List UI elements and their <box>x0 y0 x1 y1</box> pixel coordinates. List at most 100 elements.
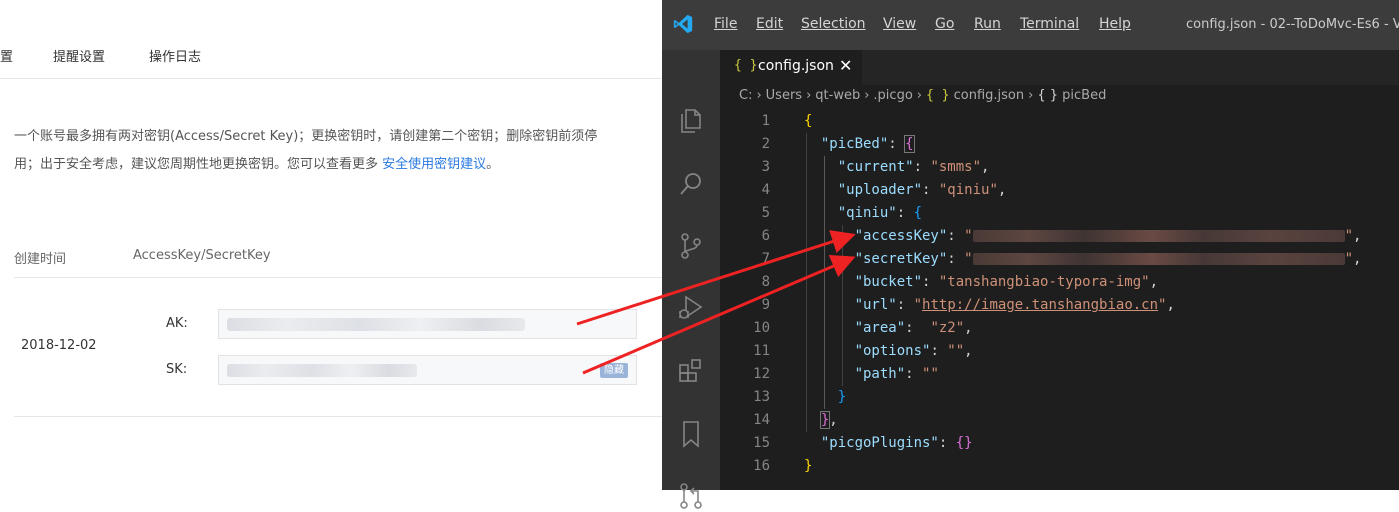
description-line-2: 用；出于安全考虑，建议您周期性地更换密钥。您可以查看更多 安全使用密钥建议。 <box>14 153 499 172</box>
access-key-redacted <box>972 230 1345 242</box>
json-file-icon: { } <box>925 88 950 103</box>
line-number: 1 <box>761 113 770 129</box>
json-key: "options" <box>854 343 931 359</box>
json-file-icon: { } <box>734 58 758 73</box>
line-number: 4 <box>761 182 770 198</box>
menu-selection-label: Selection <box>801 16 866 32</box>
access-key-field[interactable] <box>218 309 637 339</box>
menu-help[interactable]: Help <box>1099 16 1131 32</box>
menu-terminal-label: Terminal <box>1020 16 1080 32</box>
tabs-divider <box>0 78 662 79</box>
menu-run-label: Run <box>974 16 1001 32</box>
breadcrumb-chevron-icon: › <box>864 88 870 103</box>
json-key: "uploader" <box>837 182 923 198</box>
vscode-logo-icon <box>673 14 693 34</box>
line-number: 9 <box>761 297 770 313</box>
line-number: 13 <box>753 389 770 405</box>
bookmark-icon[interactable] <box>675 418 707 450</box>
breadcrumb-item[interactable]: qt-web <box>815 88 860 103</box>
editor-tab-bar: { } config.json ✕ <box>720 50 1399 85</box>
pull-request-icon[interactable] <box>675 480 707 512</box>
json-key: "area" <box>854 320 906 336</box>
menu-view-label: View <box>883 16 917 32</box>
menu-file[interactable]: File <box>714 16 737 32</box>
json-key: "path" <box>854 366 906 382</box>
breadcrumb-chevron-icon: › <box>1028 88 1034 103</box>
menu-file-label: File <box>714 16 738 32</box>
description-text: 用；出于安全考虑，建议您周期性地更换密钥。您可以查看更多 <box>14 157 383 172</box>
tab-config-json[interactable]: { } config.json ✕ <box>720 50 862 85</box>
menu-terminal[interactable]: Terminal <box>1020 16 1079 32</box>
security-advice-link[interactable]: 安全使用密钥建议 <box>382 157 486 172</box>
breadcrumb-chevron-icon: › <box>916 88 922 103</box>
line-number: 10 <box>753 320 770 336</box>
breadcrumb-item[interactable]: C: <box>739 88 752 103</box>
run-debug-icon[interactable] <box>675 292 707 324</box>
key-created-date: 2018-12-02 <box>21 338 97 353</box>
extensions-icon[interactable] <box>675 354 707 386</box>
secret-key-redacted <box>972 253 1345 265</box>
menu-help-label: Help <box>1099 16 1131 32</box>
json-key: "secretKey" <box>854 251 948 267</box>
column-header-created: 创建时间 <box>14 252 67 267</box>
line-number: 6 <box>761 228 770 244</box>
line-number: 16 <box>753 458 770 474</box>
menu-run[interactable]: Run <box>974 16 1001 32</box>
line-number: 7 <box>761 251 770 267</box>
brace: { <box>804 113 813 129</box>
breadcrumb-item[interactable]: Users <box>766 88 802 103</box>
menu-edit[interactable]: Edit <box>756 16 783 32</box>
secret-key-field[interactable]: 隐藏 <box>218 355 637 385</box>
breadcrumb-item[interactable]: config.json <box>954 88 1025 103</box>
line-number: 5 <box>761 205 770 221</box>
explorer-icon[interactable] <box>675 105 707 137</box>
line-number: 8 <box>761 274 770 290</box>
description-end: 。 <box>486 157 500 172</box>
json-value: "z2" <box>930 320 965 336</box>
tab-config-json-label: config.json <box>758 58 834 74</box>
breadcrumb-item[interactable]: .picgo <box>873 88 912 103</box>
column-header-keys: AccessKey/SecretKey <box>133 248 271 263</box>
json-key: "picBed" <box>820 136 889 152</box>
json-key: "url" <box>854 297 897 313</box>
menu-edit-label: Edit <box>756 16 784 32</box>
activity-bar <box>662 50 720 509</box>
json-key: "accessKey" <box>854 228 948 244</box>
json-value: {} <box>955 435 973 451</box>
title-bar: File Edit Selection View Go Run Terminal… <box>662 0 1399 50</box>
json-key: "picgoPlugins" <box>820 435 939 451</box>
json-value: "qiniu" <box>938 182 998 198</box>
json-value: "" <box>947 343 965 359</box>
sk-label: SK: <box>166 362 188 377</box>
json-key: "current" <box>837 159 914 175</box>
json-value: "" <box>922 366 939 382</box>
json-value: "tanshangbiao-typora-img" <box>938 274 1150 290</box>
breadcrumb: C: › Users › qt-web › .picgo ›{ } config.json ›{… <box>739 88 1106 108</box>
tab-operation-log[interactable]: 操作日志 <box>149 46 201 65</box>
menu-view[interactable]: View <box>883 16 916 32</box>
breadcrumb-item[interactable]: picBed <box>1062 88 1106 103</box>
url-link[interactable]: http://image.tanshangbiao.cn <box>922 297 1158 313</box>
code-editor[interactable]: 1{ 2 "picBed": { 3 "current": "smms", 4 … <box>720 110 1399 490</box>
access-key-redacted <box>227 318 525 331</box>
close-tab-icon[interactable]: ✕ <box>839 56 852 75</box>
hide-secret-button[interactable]: 隐藏 <box>600 363 628 378</box>
tab-reminder-settings[interactable]: 提醒设置 <box>53 46 105 65</box>
window-title: config.json - 02--ToDoMvc-Es6 - V <box>1186 17 1399 32</box>
ak-label: AK: <box>166 316 188 331</box>
search-icon[interactable] <box>675 168 707 200</box>
header-divider <box>14 277 662 278</box>
menu-go[interactable]: Go <box>935 16 954 32</box>
secret-key-redacted <box>227 364 417 377</box>
source-control-icon[interactable] <box>675 230 707 262</box>
menu-selection[interactable]: Selection <box>801 16 866 32</box>
menu-go-label: Go <box>935 16 955 32</box>
key-management-page: 置 提醒设置 操作日志 一个账号最多拥有两对密钥(Access/Secret K… <box>0 0 662 490</box>
line-number: 3 <box>761 159 770 175</box>
line-number: 12 <box>753 366 770 382</box>
tab-settings-partial[interactable]: 置 <box>0 46 13 65</box>
json-key: "qiniu" <box>837 205 897 221</box>
json-key: "bucket" <box>854 274 923 290</box>
line-number: 11 <box>753 343 770 359</box>
json-value: "smms" <box>930 159 982 175</box>
